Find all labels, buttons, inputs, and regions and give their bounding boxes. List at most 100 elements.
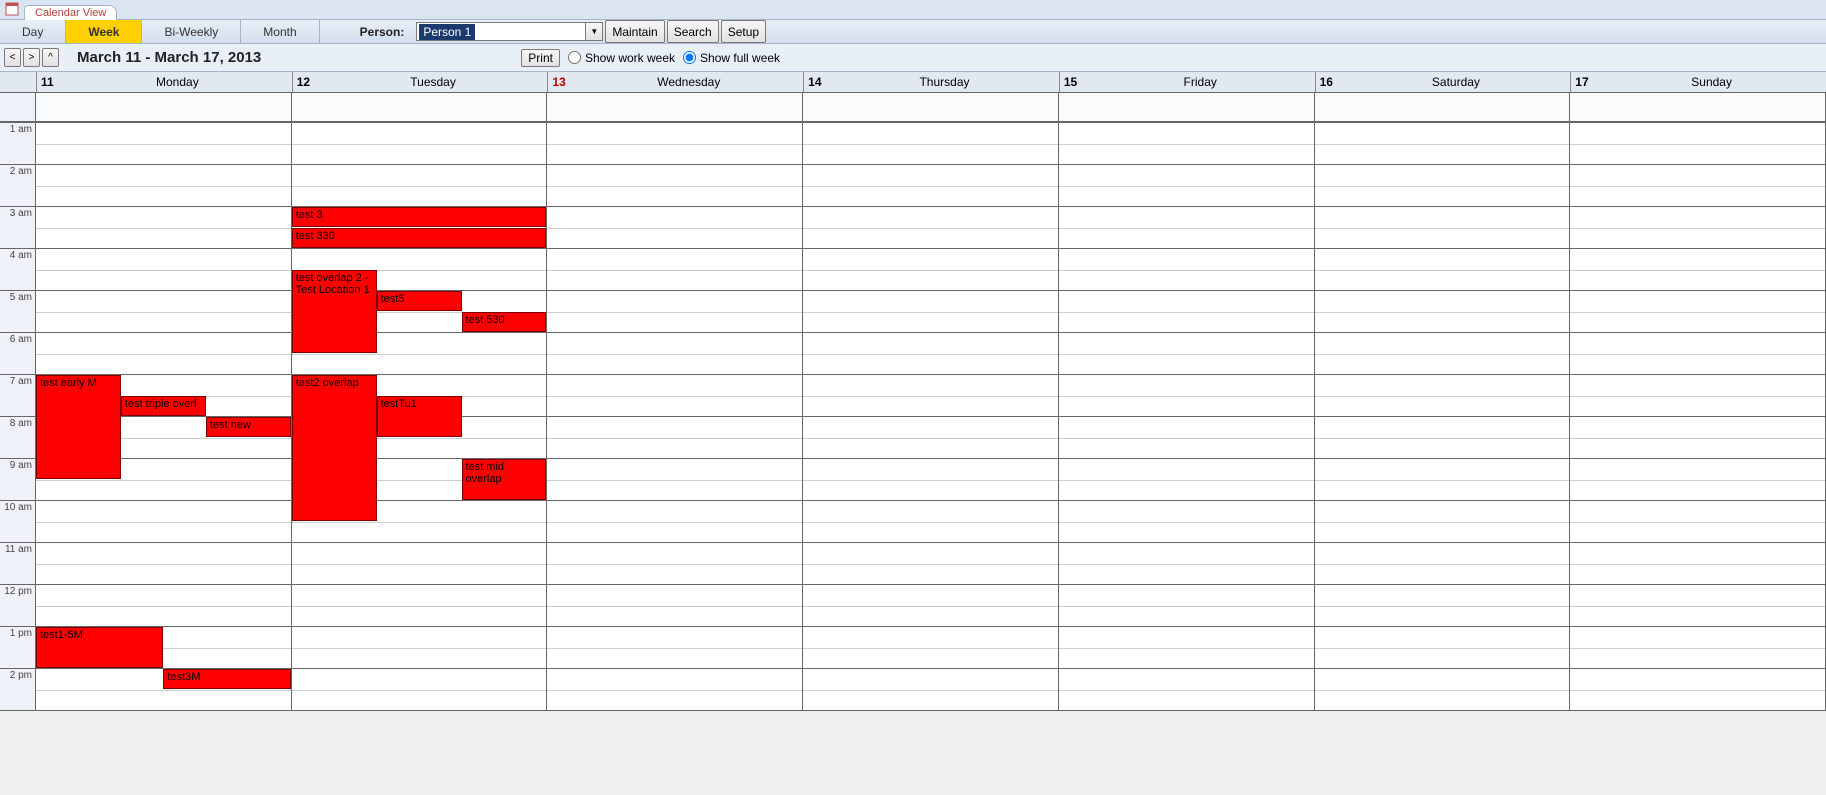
grid-cell[interactable]	[292, 627, 547, 669]
grid-cell[interactable]	[1570, 123, 1825, 165]
grid-cell[interactable]	[1315, 165, 1570, 207]
grid-cell[interactable]	[36, 501, 291, 543]
calendar-event[interactable]: test triple overl	[121, 396, 206, 416]
grid-cell[interactable]	[547, 669, 802, 711]
grid-cell[interactable]	[803, 417, 1058, 459]
day-header[interactable]: 14Thursday	[803, 72, 1059, 92]
grid-cell[interactable]	[803, 249, 1058, 291]
grid-cell[interactable]	[803, 501, 1058, 543]
grid-cell[interactable]	[1570, 333, 1825, 375]
grid-cell[interactable]	[547, 459, 802, 501]
grid-cell[interactable]	[1059, 207, 1314, 249]
day-column[interactable]	[1315, 93, 1571, 711]
grid-cell[interactable]	[547, 249, 802, 291]
calendar-event[interactable]: test 330	[292, 228, 547, 248]
grid-cell[interactable]	[547, 123, 802, 165]
grid-cell[interactable]	[1315, 375, 1570, 417]
grid-cell[interactable]	[1059, 417, 1314, 459]
grid-cell[interactable]	[1059, 501, 1314, 543]
grid-cell[interactable]	[1315, 669, 1570, 711]
day-column[interactable]	[547, 93, 803, 711]
allday-cell[interactable]	[547, 93, 802, 123]
grid-cell[interactable]	[1059, 627, 1314, 669]
calendar-event[interactable]: test5	[377, 291, 462, 311]
show-work-week-radio[interactable]: Show work week	[568, 51, 675, 65]
grid-cell[interactable]	[1315, 207, 1570, 249]
calendar-event[interactable]: test3M	[163, 669, 290, 689]
grid-cell[interactable]	[547, 417, 802, 459]
allday-cell[interactable]	[1315, 93, 1570, 123]
day-header[interactable]: 15Friday	[1059, 72, 1315, 92]
grid-cell[interactable]	[1059, 165, 1314, 207]
view-day[interactable]: Day	[0, 20, 66, 43]
grid-cell[interactable]	[1570, 501, 1825, 543]
grid-cell[interactable]	[292, 585, 547, 627]
grid-cell[interactable]	[803, 291, 1058, 333]
grid-cell[interactable]	[803, 669, 1058, 711]
day-header[interactable]: 12Tuesday	[292, 72, 548, 92]
grid-cell[interactable]	[1570, 627, 1825, 669]
person-dropdown-button[interactable]: ▼	[586, 22, 603, 41]
calendar-event[interactable]: test mid overlap	[462, 459, 547, 500]
grid-cell[interactable]	[36, 165, 291, 207]
grid-cell[interactable]	[36, 585, 291, 627]
grid-cell[interactable]	[1315, 249, 1570, 291]
grid-cell[interactable]	[803, 123, 1058, 165]
grid-cell[interactable]	[547, 333, 802, 375]
grid-cell[interactable]	[36, 249, 291, 291]
grid-cell[interactable]	[803, 459, 1058, 501]
grid-cell[interactable]	[1570, 459, 1825, 501]
grid-cell[interactable]	[1315, 123, 1570, 165]
grid-cell[interactable]	[1570, 417, 1825, 459]
allday-cell[interactable]	[803, 93, 1058, 123]
grid-cell[interactable]	[36, 333, 291, 375]
grid-cell[interactable]	[1059, 459, 1314, 501]
grid-cell[interactable]	[547, 627, 802, 669]
view-biweekly[interactable]: Bi-Weekly	[142, 20, 241, 43]
grid-cell[interactable]	[547, 585, 802, 627]
day-column[interactable]	[1059, 93, 1315, 711]
grid-cell[interactable]	[803, 585, 1058, 627]
grid-cell[interactable]	[1059, 375, 1314, 417]
show-full-week-radio[interactable]: Show full week	[683, 51, 780, 65]
grid-cell[interactable]	[36, 207, 291, 249]
grid-cell[interactable]	[1059, 333, 1314, 375]
grid-cell[interactable]	[1570, 291, 1825, 333]
grid-cell[interactable]	[1059, 669, 1314, 711]
day-header[interactable]: 11Monday	[36, 72, 292, 92]
grid-cell[interactable]	[803, 543, 1058, 585]
view-week[interactable]: Week	[66, 20, 142, 43]
grid-cell[interactable]	[1570, 543, 1825, 585]
grid-cell[interactable]	[1059, 291, 1314, 333]
day-column[interactable]: test 3test 330test overlap 2 - Test Loca…	[292, 93, 548, 711]
grid-cell[interactable]	[1059, 249, 1314, 291]
grid-cell[interactable]	[292, 123, 547, 165]
grid-cell[interactable]	[292, 165, 547, 207]
grid-cell[interactable]	[292, 543, 547, 585]
grid-cell[interactable]	[1570, 249, 1825, 291]
grid-cell[interactable]	[1570, 585, 1825, 627]
grid-cell[interactable]	[1315, 333, 1570, 375]
grid-cell[interactable]	[803, 627, 1058, 669]
grid-cell[interactable]	[547, 375, 802, 417]
grid-cell[interactable]	[1570, 207, 1825, 249]
grid-cell[interactable]	[1315, 543, 1570, 585]
next-button[interactable]: >	[23, 48, 40, 67]
day-header[interactable]: 16Saturday	[1315, 72, 1571, 92]
day-header[interactable]: 13Wednesday	[547, 72, 803, 92]
day-column[interactable]	[1570, 93, 1826, 711]
grid-cell[interactable]	[1315, 501, 1570, 543]
day-header[interactable]: 17Sunday	[1570, 72, 1826, 92]
grid-cell[interactable]	[803, 333, 1058, 375]
grid-cell[interactable]	[1315, 627, 1570, 669]
calendar-event[interactable]: test new	[206, 417, 291, 437]
day-column[interactable]: test early Mtest triple overltest newtes…	[36, 93, 292, 711]
grid-cell[interactable]	[547, 207, 802, 249]
calendar-event[interactable]: test1-5M	[36, 627, 163, 668]
view-month[interactable]: Month	[241, 20, 319, 43]
grid-cell[interactable]	[1315, 585, 1570, 627]
day-column[interactable]	[803, 93, 1059, 711]
grid-cell[interactable]	[1570, 375, 1825, 417]
grid-cell[interactable]	[803, 207, 1058, 249]
grid-cell[interactable]	[36, 123, 291, 165]
